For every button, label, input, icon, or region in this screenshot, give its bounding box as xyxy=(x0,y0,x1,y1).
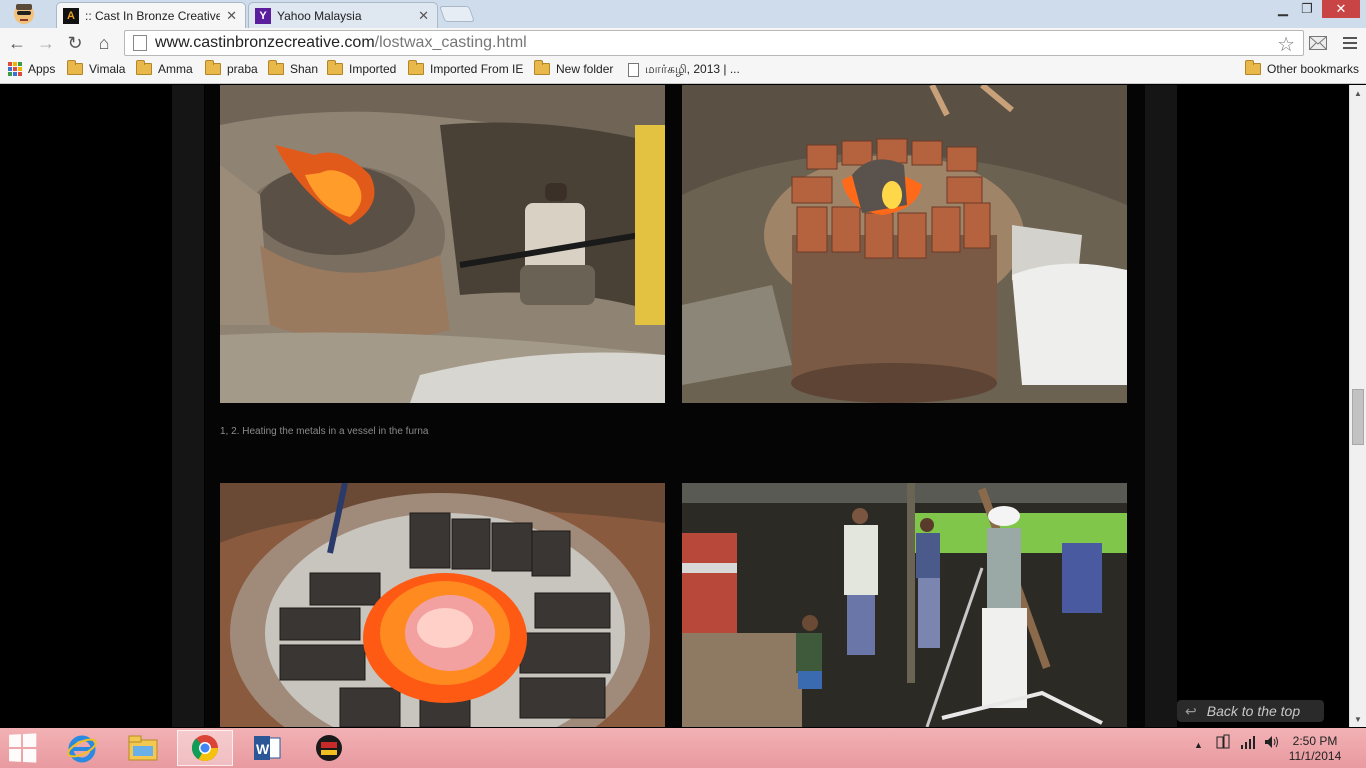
bookmark-folder-amma[interactable]: Amma xyxy=(136,60,193,76)
clock-time: 2:50 PM xyxy=(1292,734,1338,748)
bookmark-folder-shan[interactable]: Shan xyxy=(268,60,319,76)
profile-avatar-icon[interactable] xyxy=(10,0,38,26)
bookmark-label: praba xyxy=(227,62,258,76)
folder-icon xyxy=(327,60,343,75)
folder-icon xyxy=(205,60,221,75)
windows-taskbar: W ▲ 2:50 PM 11/1/2014 xyxy=(0,728,1366,768)
show-hidden-icons-icon[interactable]: ▲ xyxy=(1194,740,1203,750)
photo-casting-workshop[interactable] xyxy=(682,483,1127,727)
address-bar[interactable]: www.castinbronzecreative.com/lostwax_cas… xyxy=(124,30,1304,56)
windows-start-icon[interactable] xyxy=(9,733,38,763)
reload-icon[interactable]: ↻ xyxy=(63,31,87,55)
bookmark-label: Imported From IE xyxy=(430,62,524,76)
app-shield-icon[interactable] xyxy=(301,730,357,766)
folder-icon xyxy=(1245,60,1261,75)
close-window-icon[interactable]: ✕ xyxy=(1322,0,1360,18)
mail-extension-icon[interactable] xyxy=(1306,31,1330,55)
bookmark-folder-imported[interactable]: Imported xyxy=(327,60,397,76)
device-icon[interactable] xyxy=(1215,734,1231,753)
back-arrow-icon[interactable]: ← xyxy=(5,31,29,55)
photo-furnace-pit[interactable] xyxy=(220,85,665,403)
tab-title: :: Cast In Bronze Creative :: xyxy=(85,8,221,23)
tab-cast-in-bronze[interactable]: A :: Cast In Bronze Creative :: ✕ xyxy=(56,2,246,28)
bookmark-label: Other bookmarks xyxy=(1267,62,1360,76)
apps-grid-icon xyxy=(8,62,22,76)
bookmark-label: Amma xyxy=(158,62,193,76)
internet-explorer-icon[interactable] xyxy=(54,730,110,766)
tab-yahoo-malaysia[interactable]: Y Yahoo Malaysia ✕ xyxy=(248,2,438,28)
bookmark-star-icon[interactable]: ☆ xyxy=(1277,32,1295,57)
tab-title: Yahoo Malaysia xyxy=(277,8,362,23)
page-viewport: 1, 2. Heating the metals in a vessel in … xyxy=(0,85,1349,727)
back-arrow-icon: ↩ xyxy=(1185,702,1197,719)
folder-icon xyxy=(534,60,550,75)
word-icon[interactable]: W xyxy=(239,730,295,766)
page-scrollbar[interactable]: ▲ ▼ xyxy=(1349,85,1366,727)
bookmarks-bar: Apps Vimala Amma praba Shan Imported Imp… xyxy=(0,58,1366,84)
back-to-top-label: Back to the top xyxy=(1206,703,1301,719)
yahoo-favicon-icon: Y xyxy=(255,7,271,24)
bookmark-page-margazhi[interactable]: மார்கழி, 2013 | ... xyxy=(628,62,740,78)
photo-brick-furnace[interactable] xyxy=(682,85,1127,403)
bookmark-label: Vimala xyxy=(89,62,126,76)
new-tab-button[interactable] xyxy=(439,6,475,22)
home-icon[interactable]: ⌂ xyxy=(92,31,116,55)
bookmark-label: Shan xyxy=(290,62,319,76)
forward-arrow-icon[interactable]: → xyxy=(34,31,58,55)
url-path: /lostwax_casting.html xyxy=(374,34,527,51)
clock-date: 11/1/2014 xyxy=(1288,749,1342,763)
svg-text:W: W xyxy=(256,741,270,757)
bookmark-folder-vimala[interactable]: Vimala xyxy=(67,60,126,76)
bookmark-other[interactable]: Other bookmarks xyxy=(1245,60,1360,76)
scroll-up-arrow-icon[interactable]: ▲ xyxy=(1350,85,1366,101)
bookmark-folder-praba[interactable]: praba xyxy=(205,60,258,76)
page-icon xyxy=(628,63,639,77)
volume-icon[interactable] xyxy=(1263,734,1281,753)
right-border-column xyxy=(1145,85,1177,727)
photo-caption: 1, 2. Heating the metals in a vessel in … xyxy=(220,426,429,437)
back-to-top-button[interactable]: ↩ Back to the top xyxy=(1177,700,1324,722)
scroll-down-arrow-icon[interactable]: ▼ xyxy=(1350,711,1366,727)
scrollbar-thumb[interactable] xyxy=(1352,389,1364,445)
folder-icon xyxy=(268,60,284,75)
close-tab-icon[interactable]: ✕ xyxy=(418,8,429,24)
folder-icon xyxy=(136,60,152,75)
browser-toolbar: ← → ↻ ⌂ www.castinbronzecreative.com/los… xyxy=(0,28,1366,58)
restore-icon[interactable]: ❐ xyxy=(1292,0,1322,18)
bookmark-label: மார்கழி, 2013 | ... xyxy=(645,62,740,76)
bookmark-folder-new-folder[interactable]: New folder xyxy=(534,60,614,76)
menu-icon[interactable] xyxy=(1338,31,1362,55)
bookmark-label: Apps xyxy=(28,62,56,76)
left-border-column xyxy=(172,85,204,727)
bookmark-label: New folder xyxy=(556,62,614,76)
network-signal-icon[interactable] xyxy=(1240,734,1256,753)
chrome-taskbar-icon[interactable] xyxy=(177,730,233,766)
photo-molten-furnace[interactable] xyxy=(220,483,665,727)
file-explorer-icon[interactable] xyxy=(115,730,171,766)
taskbar-clock[interactable]: 2:50 PM 11/1/2014 xyxy=(1280,734,1350,764)
page-icon xyxy=(133,35,147,51)
cast-in-bronze-favicon-icon: A xyxy=(63,7,79,24)
bookmark-label: Imported xyxy=(349,62,397,76)
close-tab-icon[interactable]: ✕ xyxy=(226,8,237,24)
folder-icon xyxy=(67,60,83,75)
tab-strip: A :: Cast In Bronze Creative :: ✕ Y Yaho… xyxy=(0,0,1366,28)
url-domain: www.castinbronzecreative.com xyxy=(155,34,375,51)
folder-icon xyxy=(408,60,424,75)
bookmark-folder-imported-from-ie[interactable]: Imported From IE xyxy=(408,60,524,76)
bookmark-apps[interactable]: Apps xyxy=(8,62,55,76)
